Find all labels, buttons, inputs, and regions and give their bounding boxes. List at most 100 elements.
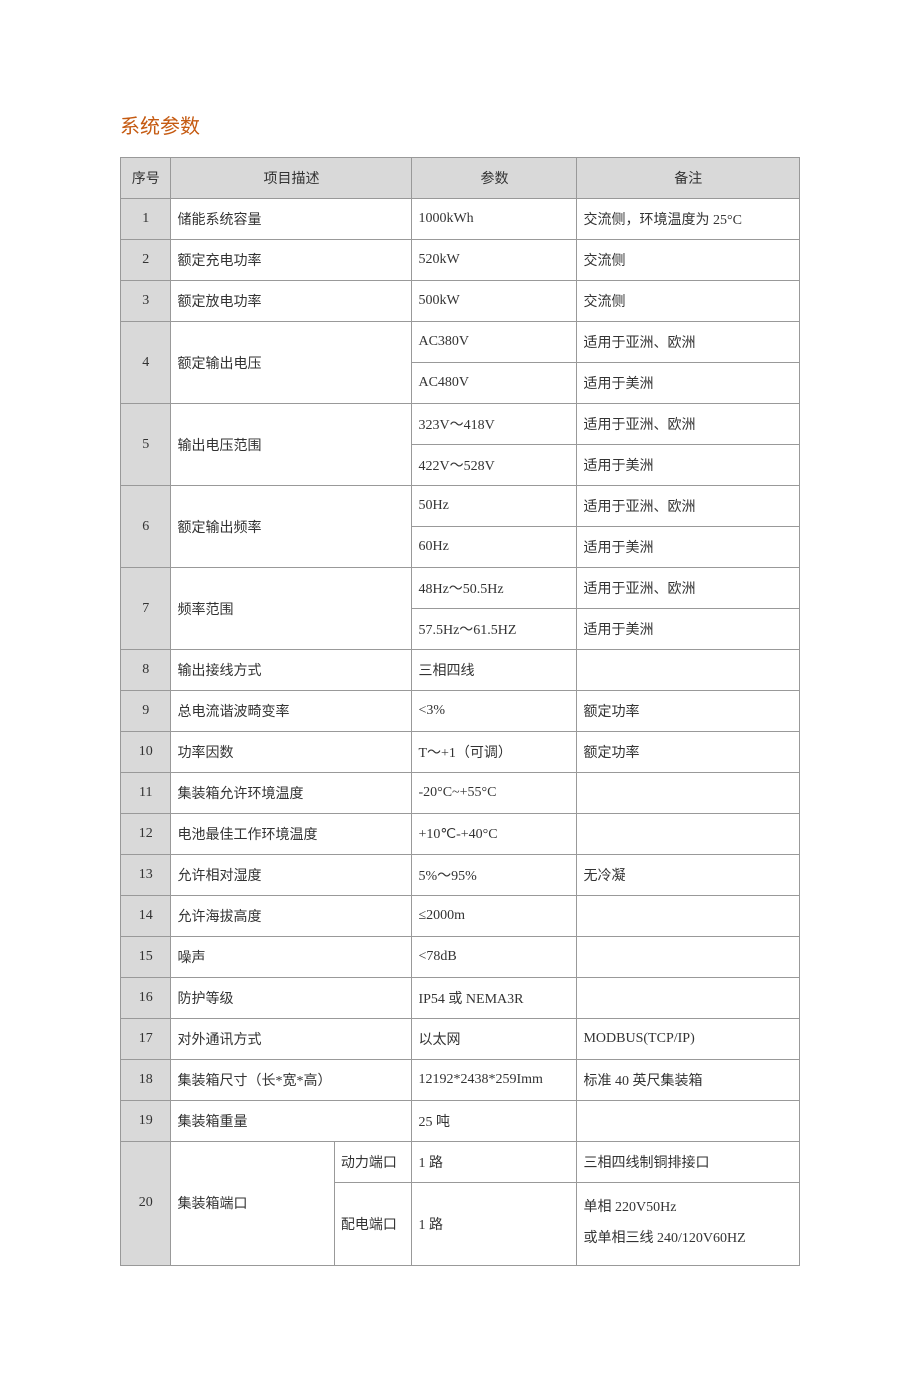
- table-row: 10 功率因数 T～+1（可调） 额定功率: [121, 732, 800, 773]
- row-desc: 额定输出频率: [171, 486, 412, 568]
- row-num: 1: [121, 199, 171, 240]
- row-param: IP54 或 NEMA3R: [412, 978, 577, 1019]
- row-note: 适用于美洲: [577, 363, 800, 404]
- row-num: 15: [121, 937, 171, 978]
- table-row: 4 额定输出电压 AC380V 适用于亚洲、欧洲: [121, 322, 800, 363]
- row-desc: 频率范围: [171, 568, 412, 650]
- row-param: 60Hz: [412, 527, 577, 568]
- row-desc: 集装箱尺寸（长*宽*高）: [171, 1060, 412, 1101]
- row-note: 适用于美洲: [577, 445, 800, 486]
- row-note-line: 单相 220V50Hz: [583, 1193, 793, 1224]
- row-param: 以太网: [412, 1019, 577, 1060]
- row-desc: 允许相对湿度: [171, 855, 412, 896]
- row-note: 单相 220V50Hz 或单相三线 240/120V60HZ: [577, 1183, 800, 1266]
- row-note: [577, 937, 800, 978]
- row-note: 三相四线制铜排接口: [577, 1142, 800, 1183]
- row-note: [577, 896, 800, 937]
- row-param: T～+1（可调）: [412, 732, 577, 773]
- table-row: 19 集装箱重量 25 吨: [121, 1101, 800, 1142]
- row-note: [577, 814, 800, 855]
- table-row: 14 允许海拔高度 ≤2000m: [121, 896, 800, 937]
- row-param: 500kW: [412, 281, 577, 322]
- row-desc: 额定充电功率: [171, 240, 412, 281]
- row-param: AC480V: [412, 363, 577, 404]
- row-note: 无冷凝: [577, 855, 800, 896]
- table-row: 13 允许相对湿度 5%～95% 无冷凝: [121, 855, 800, 896]
- row-param: 1 路: [412, 1142, 577, 1183]
- table-row: 15 噪声 <78dB: [121, 937, 800, 978]
- header-param: 参数: [412, 158, 577, 199]
- row-num: 11: [121, 773, 171, 814]
- row-param: 1 路: [412, 1183, 577, 1266]
- row-note: 适用于亚洲、欧洲: [577, 322, 800, 363]
- row-desc: 集装箱重量: [171, 1101, 412, 1142]
- row-note: 适用于美洲: [577, 609, 800, 650]
- row-desc: 噪声: [171, 937, 412, 978]
- row-param: 48Hz～50.5Hz: [412, 568, 577, 609]
- row-note: MODBUS(TCP/IP): [577, 1019, 800, 1060]
- row-note: 适用于亚洲、欧洲: [577, 404, 800, 445]
- table-row: 8 输出接线方式 三相四线: [121, 650, 800, 691]
- table-row: 18 集装箱尺寸（长*宽*高） 12192*2438*259Imm 标准 40 …: [121, 1060, 800, 1101]
- row-param: 50Hz: [412, 486, 577, 527]
- row-num: 8: [121, 650, 171, 691]
- table-row: 11 集装箱允许环境温度 -20°C~+55°C: [121, 773, 800, 814]
- row-note: 交流侧，环境温度为 25°C: [577, 199, 800, 240]
- row-desc: 输出接线方式: [171, 650, 412, 691]
- row-param: AC380V: [412, 322, 577, 363]
- page-title: 系统参数: [120, 110, 800, 139]
- table-row: 7 频率范围 48Hz～50.5Hz 适用于亚洲、欧洲: [121, 568, 800, 609]
- row-param: 1000kWh: [412, 199, 577, 240]
- table-row: 12 电池最佳工作环境温度 +10℃-+40°C: [121, 814, 800, 855]
- row-param: <78dB: [412, 937, 577, 978]
- row-note: 额定功率: [577, 691, 800, 732]
- row-note: 适用于亚洲、欧洲: [577, 568, 800, 609]
- table-row: 20 集装箱端口 动力端口 1 路 三相四线制铜排接口: [121, 1142, 800, 1183]
- row-desc: 集装箱允许环境温度: [171, 773, 412, 814]
- row-param: <3%: [412, 691, 577, 732]
- row-desc: 允许海拔高度: [171, 896, 412, 937]
- row-param: 三相四线: [412, 650, 577, 691]
- row-param: -20°C~+55°C: [412, 773, 577, 814]
- row-param: 12192*2438*259Imm: [412, 1060, 577, 1101]
- row-note: [577, 650, 800, 691]
- header-desc: 项目描述: [171, 158, 412, 199]
- row-param: 323V～418V: [412, 404, 577, 445]
- row-num: 9: [121, 691, 171, 732]
- table-row: 16 防护等级 IP54 或 NEMA3R: [121, 978, 800, 1019]
- row-num: 7: [121, 568, 171, 650]
- row-num: 6: [121, 486, 171, 568]
- row-desc: 储能系统容量: [171, 199, 412, 240]
- row-param: 5%～95%: [412, 855, 577, 896]
- table-row: 5 输出电压范围 323V～418V 适用于亚洲、欧洲: [121, 404, 800, 445]
- spec-table: 序号 项目描述 参数 备注 1 储能系统容量 1000kWh 交流侧，环境温度为…: [120, 157, 800, 1266]
- row-num: 4: [121, 322, 171, 404]
- row-desc: 额定放电功率: [171, 281, 412, 322]
- row-num: 10: [121, 732, 171, 773]
- row-note: 交流侧: [577, 240, 800, 281]
- row-note: 交流侧: [577, 281, 800, 322]
- row-note: 标准 40 英尺集装箱: [577, 1060, 800, 1101]
- row-num: 3: [121, 281, 171, 322]
- row-note: [577, 773, 800, 814]
- row-num: 20: [121, 1142, 171, 1266]
- row-num: 17: [121, 1019, 171, 1060]
- row-param: 520kW: [412, 240, 577, 281]
- row-desc: 电池最佳工作环境温度: [171, 814, 412, 855]
- row-desc: 总电流谐波畸变率: [171, 691, 412, 732]
- row-note: 适用于亚洲、欧洲: [577, 486, 800, 527]
- row-desc: 输出电压范围: [171, 404, 412, 486]
- row-note: [577, 978, 800, 1019]
- header-num: 序号: [121, 158, 171, 199]
- row-desc: 对外通讯方式: [171, 1019, 412, 1060]
- row-note: 适用于美洲: [577, 527, 800, 568]
- table-row: 1 储能系统容量 1000kWh 交流侧，环境温度为 25°C: [121, 199, 800, 240]
- table-row: 3 额定放电功率 500kW 交流侧: [121, 281, 800, 322]
- row-desc: 额定输出电压: [171, 322, 412, 404]
- row-sublabel: 配电端口: [334, 1183, 412, 1266]
- row-param: +10℃-+40°C: [412, 814, 577, 855]
- row-num: 5: [121, 404, 171, 486]
- row-num: 13: [121, 855, 171, 896]
- row-desc: 防护等级: [171, 978, 412, 1019]
- table-row: 6 额定输出频率 50Hz 适用于亚洲、欧洲: [121, 486, 800, 527]
